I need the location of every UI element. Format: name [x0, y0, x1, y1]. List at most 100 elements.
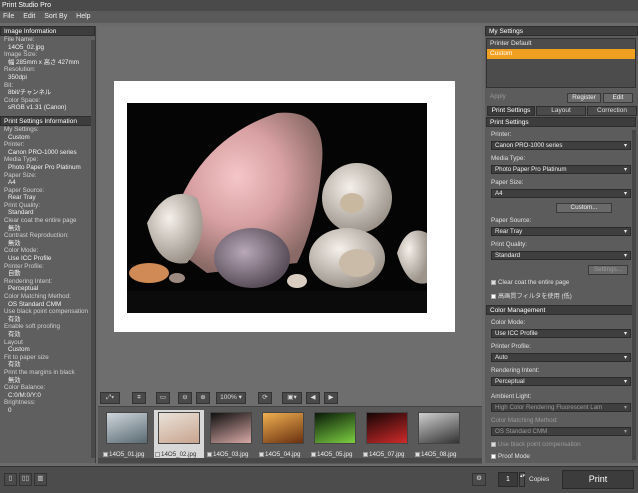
- arrow-right-icon: ▶: [328, 394, 334, 401]
- paper-source-select[interactable]: Rear Tray: [491, 227, 631, 236]
- info-value: Photo Paper Pro Platinum: [8, 163, 81, 171]
- hq-filter-checkbox[interactable]: 高画質フィルタを使用 (低): [491, 291, 572, 300]
- my-settings-item[interactable]: Printer Default: [487, 39, 635, 49]
- print-settings-header[interactable]: Print Settings: [486, 117, 636, 127]
- info-value: Custom: [8, 133, 30, 141]
- tab-correction[interactable]: Correction: [587, 106, 637, 116]
- ambient-light-select[interactable]: High Color Rendering Fluorescent Lam: [491, 403, 631, 412]
- my-settings-list: Printer Default Custom: [486, 38, 636, 88]
- rotate-button[interactable]: ⟳: [258, 392, 272, 404]
- zoom-in-button[interactable]: ⊕: [196, 392, 210, 404]
- app-title: Print Studio Pro: [2, 2, 52, 9]
- double-pane-icon: ▯▯: [21, 475, 30, 482]
- color-mode-select[interactable]: Use ICC Profile: [491, 329, 631, 338]
- proof-mode-checkbox[interactable]: Proof Mode: [491, 453, 530, 460]
- thumbnail[interactable]: 14O5_04.jpg: [258, 410, 308, 463]
- color-management-header[interactable]: Color Management: [486, 305, 636, 315]
- stepper-icon: ▴▾: [520, 473, 526, 479]
- quality-settings-button[interactable]: Settings...: [588, 265, 628, 275]
- thumbnail-checkbox[interactable]: [311, 451, 316, 457]
- copies-stepper[interactable]: ▴▾: [519, 472, 525, 487]
- image-info-header[interactable]: Image Information: [0, 26, 95, 36]
- printer-select[interactable]: Canon PRO-1000 series: [491, 141, 631, 150]
- thumbnail-checkbox[interactable]: [415, 451, 420, 457]
- color-matching-select[interactable]: OS Standard CMM: [491, 427, 631, 436]
- zoom-out-button[interactable]: ⊖: [178, 392, 192, 404]
- next-image-button[interactable]: ▶: [324, 392, 338, 404]
- info-value: 幅 285mm x 高さ 427mm: [8, 58, 80, 66]
- copies-input[interactable]: 1: [498, 472, 518, 487]
- display-options-button[interactable]: ▣▾: [282, 392, 302, 404]
- thumbnail-image: [314, 412, 356, 444]
- thumbnail-checkbox[interactable]: [103, 451, 108, 457]
- thumbnail-checkbox[interactable]: [259, 451, 264, 457]
- clear-coat-checkbox[interactable]: Clear coat the entire page: [491, 279, 569, 286]
- thumbnail-checkbox[interactable]: [155, 451, 160, 457]
- proof-mode-label: Proof Mode: [498, 453, 530, 460]
- single-view-button[interactable]: ▯: [4, 473, 17, 486]
- thumbnail-checkbox[interactable]: [207, 451, 212, 457]
- rendering-intent-select[interactable]: Perceptual: [491, 377, 631, 386]
- print-quality-select[interactable]: Standard: [491, 251, 631, 260]
- triple-view-button[interactable]: ▥: [34, 473, 47, 486]
- info-key: Brightness:: [4, 399, 36, 407]
- info-key: Enable soft proofing: [4, 323, 61, 331]
- menu-bar: File Edit Sort By Help: [0, 11, 638, 23]
- my-settings-header[interactable]: My Settings: [485, 26, 638, 36]
- filmstrip-scrollbar[interactable]: [98, 458, 482, 463]
- edit-button[interactable]: Edit: [603, 93, 633, 103]
- settings-button[interactable]: ⚙: [472, 473, 486, 486]
- settings-scrollbar[interactable]: [632, 130, 636, 460]
- thumbnail[interactable]: 14O5_03.jpg: [206, 410, 256, 463]
- color-matching-label: Color Matching Method:: [491, 417, 558, 424]
- menu-edit[interactable]: Edit: [23, 13, 35, 20]
- my-settings-item-selected[interactable]: Custom: [487, 49, 635, 59]
- thumbnail-image: [418, 412, 460, 444]
- apply-button[interactable]: Apply: [490, 93, 520, 103]
- info-key: Contrast Reproduction:: [4, 232, 69, 240]
- preview-mode-button[interactable]: ▭: [156, 392, 170, 404]
- info-scrollbar[interactable]: [91, 40, 95, 458]
- fit-view-button[interactable]: ⤢▾: [100, 392, 120, 404]
- printer-profile-select[interactable]: Auto: [491, 353, 631, 362]
- printer-profile-label: Printer Profile:: [491, 343, 531, 350]
- custom-size-button[interactable]: Custom...: [556, 203, 612, 213]
- black-point-checkbox[interactable]: Use black point compensation: [491, 441, 581, 448]
- thumbnail-image: [366, 412, 408, 444]
- thumbnail[interactable]: 14O5_08.jpg: [414, 410, 464, 463]
- photo-preview[interactable]: [127, 103, 427, 313]
- menu-sort-by[interactable]: Sort By: [44, 13, 67, 20]
- thumbnail[interactable]: 14O5_07.jpg: [362, 410, 412, 463]
- crop-button[interactable]: ⌗: [132, 392, 146, 404]
- rotate-icon: ⟳: [262, 394, 268, 401]
- thumbnail-filename: 14O5_07.jpg: [369, 451, 405, 458]
- thumbnail-label: 14O5_05.jpg: [311, 451, 352, 458]
- prev-image-button[interactable]: ◀: [306, 392, 320, 404]
- menu-file[interactable]: File: [3, 13, 14, 20]
- print-quality-label: Print Quality:: [491, 241, 528, 248]
- print-button[interactable]: Print: [562, 470, 634, 489]
- tab-print-settings[interactable]: Print Settings: [487, 106, 535, 116]
- double-view-button[interactable]: ▯▯: [19, 473, 32, 486]
- info-key: Color Mode:: [4, 247, 39, 255]
- menu-help[interactable]: Help: [76, 13, 90, 20]
- info-key: My Settings:: [4, 125, 39, 133]
- checkbox-icon: [491, 279, 496, 285]
- info-value: 0: [8, 406, 12, 414]
- thumbnail-checkbox[interactable]: [363, 451, 368, 457]
- screen-icon: ▭: [159, 394, 167, 401]
- info-value: sRGB v1.31 (Canon): [8, 104, 67, 112]
- register-button[interactable]: Register: [567, 93, 601, 103]
- media-type-select[interactable]: Photo Paper Pro Platinum: [491, 165, 631, 174]
- info-value: 無効: [8, 376, 21, 384]
- triple-pane-icon: ▥: [37, 475, 44, 482]
- zoom-select[interactable]: 100% ▾: [216, 392, 246, 404]
- thumbnail[interactable]: 14O5_01.jpg: [102, 410, 152, 463]
- paper-size-select[interactable]: A4: [491, 189, 631, 198]
- info-value: 350dpi: [8, 73, 27, 81]
- tab-layout[interactable]: Layout: [536, 106, 586, 116]
- thumbnail[interactable]: 14O5_05.jpg: [310, 410, 360, 463]
- thumbnail[interactable]: 14O5_02.jpg: [154, 410, 204, 463]
- print-info-header[interactable]: Print Settings Information: [0, 115, 95, 126]
- thumbnail-filename: 14O5_08.jpg: [421, 451, 457, 458]
